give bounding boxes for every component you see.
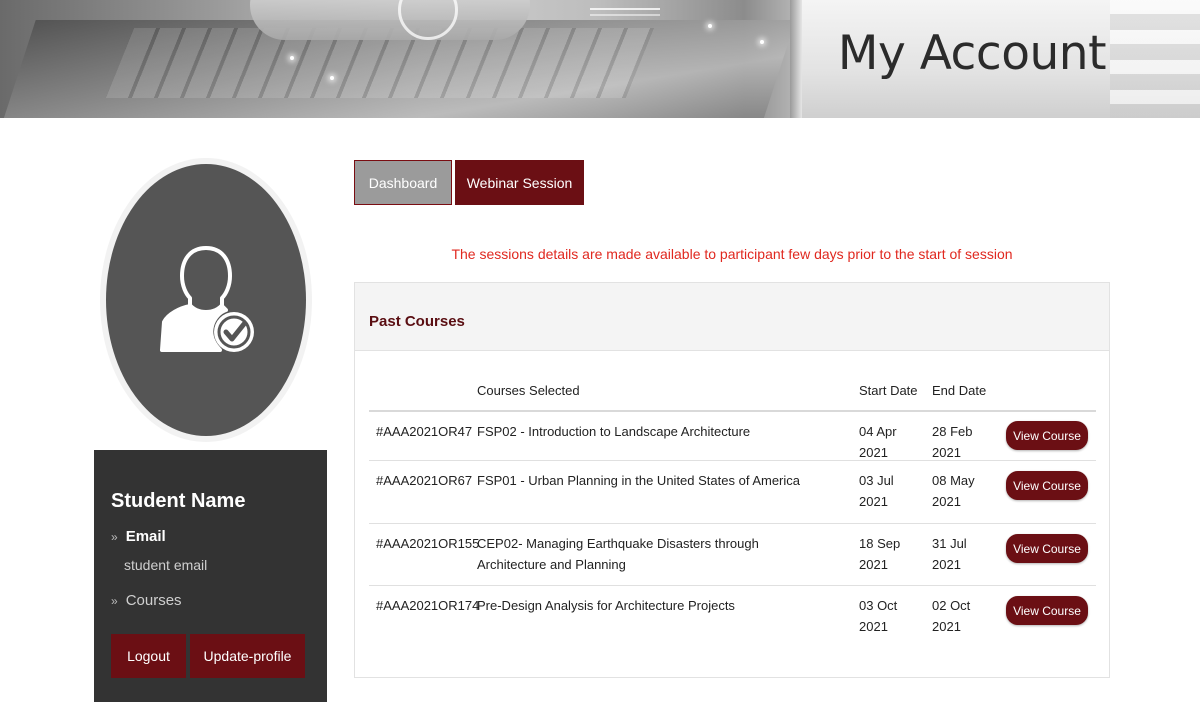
- past-courses-header: Past Courses: [355, 283, 1109, 351]
- profile-sidebar: Student Name » Email student email » Cou…: [94, 450, 327, 702]
- start-date: 03 Jul 2021: [859, 473, 894, 509]
- tab-webinar-session[interactable]: Webinar Session: [455, 160, 584, 205]
- course-code: #AAA2021OR174: [376, 598, 480, 613]
- course-name: CEP02- Managing Earthquake Disasters thr…: [477, 536, 759, 572]
- student-name: Student Name: [111, 490, 246, 512]
- view-course-button[interactable]: View Course: [1006, 421, 1088, 450]
- start-date: 03 Oct 2021: [859, 598, 898, 634]
- view-course-button[interactable]: View Course: [1006, 471, 1088, 500]
- course-name: Pre-Design Analysis for Architecture Pro…: [477, 598, 735, 613]
- end-date: 02 Oct 2021: [932, 598, 971, 634]
- tab-dashboard[interactable]: Dashboard: [354, 160, 452, 205]
- end-date: 08 May 2021: [932, 473, 975, 509]
- view-course-button[interactable]: View Course: [1006, 534, 1088, 563]
- column-header-start-date: Start Date: [859, 383, 918, 398]
- double-chevron-right-icon: »: [111, 529, 118, 544]
- column-header-end-date: End Date: [932, 383, 987, 398]
- course-name: FSP02 - Introduction to Landscape Archit…: [477, 424, 751, 439]
- column-header-course: Courses Selected: [477, 383, 580, 398]
- courses-link[interactable]: » Courses: [111, 592, 182, 609]
- start-date: 04 Apr 2021: [859, 424, 897, 460]
- update-profile-button[interactable]: Update-profile: [190, 634, 305, 678]
- email-label: Email: [125, 528, 166, 545]
- email-row: » Email: [111, 528, 166, 545]
- course-code: #AAA2021OR155: [376, 536, 480, 551]
- courses-label: Courses: [125, 592, 182, 609]
- course-code: #AAA2021OR47: [376, 424, 473, 439]
- course-name: FSP01 - Urban Planning in the United Sta…: [477, 473, 801, 488]
- session-notice: The sessions details are made available …: [451, 246, 1013, 262]
- logout-button[interactable]: Logout: [111, 634, 186, 678]
- end-date: 28 Feb 2021: [932, 424, 973, 460]
- start-date: 18 Sep 2021: [859, 536, 901, 572]
- avatar: [98, 158, 314, 444]
- end-date: 31 Jul 2021: [932, 536, 967, 572]
- past-courses-panel: Past Courses Courses Selected Start Date…: [354, 282, 1110, 678]
- course-code: #AAA2021OR67: [376, 473, 473, 488]
- view-course-button[interactable]: View Course: [1006, 596, 1088, 625]
- page-banner: My Account: [0, 0, 1200, 118]
- past-courses-title: Past Courses: [369, 313, 465, 330]
- user-check-icon: [160, 246, 254, 352]
- email-value: student email: [124, 557, 208, 573]
- page-title: My Account: [837, 26, 1107, 81]
- double-chevron-right-icon: »: [111, 593, 118, 608]
